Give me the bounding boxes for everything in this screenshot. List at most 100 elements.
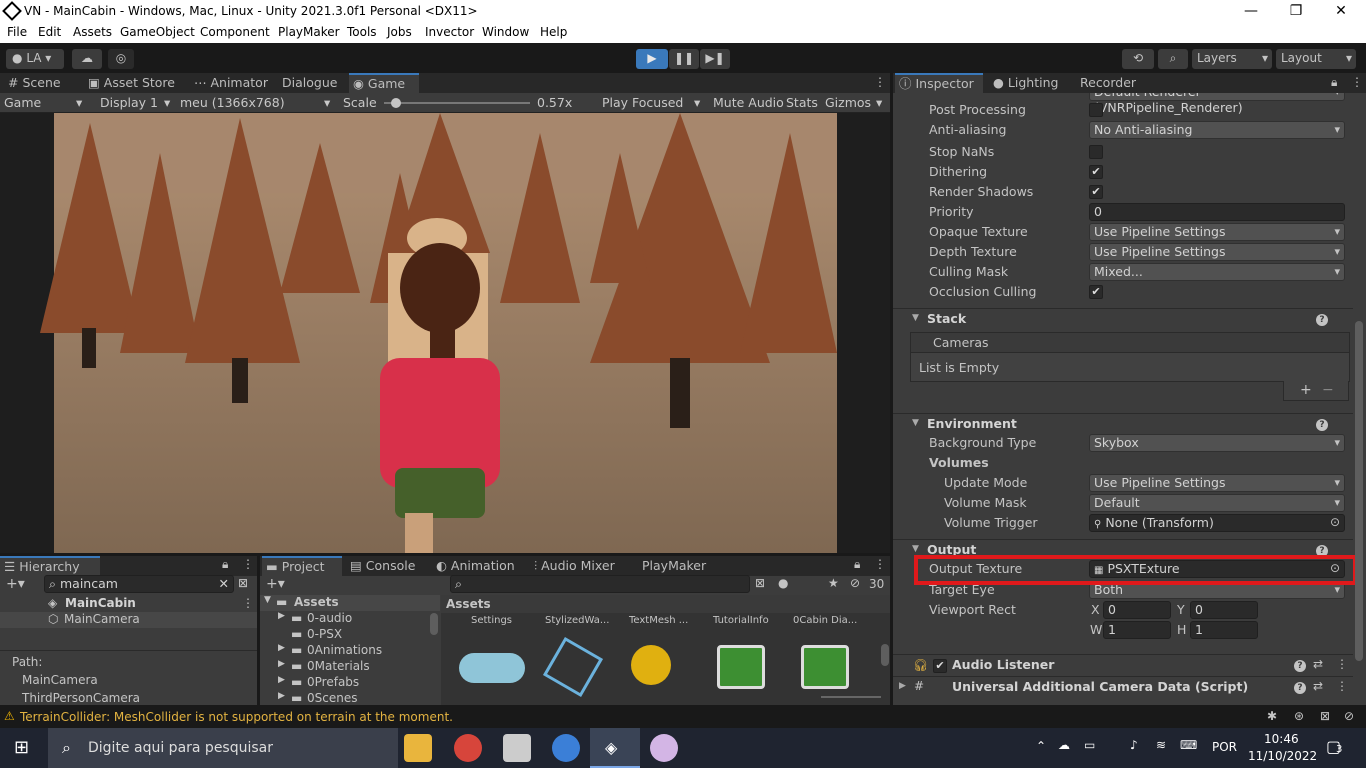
- unity-editor-taskbar-button[interactable]: ◈: [590, 728, 640, 768]
- search-button[interactable]: ⌕: [1158, 49, 1188, 69]
- language-indicator[interactable]: POR: [1212, 740, 1237, 754]
- camera-data-header[interactable]: ▶ # Universal Additional Camera Data (Sc…: [893, 676, 1353, 698]
- scale-slider-knob[interactable]: [390, 98, 401, 108]
- menu-window[interactable]: Window: [482, 25, 529, 39]
- menu-file[interactable]: File: [7, 25, 27, 39]
- viewport-h-field[interactable]: 1: [1190, 621, 1258, 639]
- dialogue-asset-icon[interactable]: [459, 653, 525, 683]
- breadcrumb-item[interactable]: Assets: [446, 597, 491, 611]
- inspector-menu-icon[interactable]: ⋮: [1351, 75, 1363, 89]
- tab-game[interactable]: ◉ Game: [349, 73, 419, 93]
- add-camera-button[interactable]: +: [1300, 382, 1312, 398]
- object-picker-icon[interactable]: ⊙: [1330, 515, 1340, 529]
- tree-folder[interactable]: ▶ ▬ 0Scenes: [260, 691, 440, 705]
- update-mode-dropdown[interactable]: Use Pipeline Settings: [1089, 474, 1345, 492]
- hierarchy-search-field[interactable]: ⌕ maincam ✕: [44, 575, 234, 593]
- scale-slider[interactable]: [384, 98, 530, 108]
- cloud-button[interactable]: ☁: [72, 49, 102, 69]
- anti-aliasing-dropdown[interactable]: No Anti-aliasing: [1089, 121, 1345, 139]
- help-icon[interactable]: ?: [1316, 314, 1328, 326]
- tray-expand-icon[interactable]: ⌃: [1036, 739, 1046, 753]
- menu-playmaker[interactable]: PlayMaker: [278, 25, 340, 39]
- tab-playmaker[interactable]: PlayMaker: [638, 556, 718, 576]
- environment-section-header[interactable]: ▼ Environment ?: [893, 413, 1353, 434]
- tab-scene[interactable]: # Scene: [4, 73, 84, 93]
- stats-toggle[interactable]: Stats: [786, 95, 818, 110]
- preset-icon[interactable]: ⇄: [1313, 657, 1323, 671]
- clock-time[interactable]: 10:46: [1264, 732, 1299, 746]
- menu-jobs[interactable]: Jobs: [387, 25, 412, 39]
- post-processing-checkbox[interactable]: [1089, 103, 1103, 117]
- project-menu-icon[interactable]: ⋮: [874, 557, 886, 571]
- background-type-dropdown[interactable]: Skybox: [1089, 434, 1345, 452]
- menu-assets[interactable]: Assets: [73, 25, 112, 39]
- inspector-scrollbar[interactable]: [1355, 321, 1363, 661]
- asset-label[interactable]: StylizedWa...: [545, 615, 609, 626]
- tab-animation[interactable]: ◐ Animation: [432, 556, 522, 576]
- volume-icon[interactable]: ♪: [1130, 738, 1138, 752]
- culling-mask-dropdown[interactable]: Mixed...: [1089, 263, 1345, 281]
- scene-asset-icon[interactable]: [801, 645, 849, 689]
- priority-field[interactable]: 0: [1089, 203, 1345, 221]
- lock-icon[interactable]: 🔒︎: [854, 557, 860, 572]
- hidden-packages-icon[interactable]: ⊘: [850, 576, 860, 590]
- unity-hub-icon[interactable]: [503, 734, 531, 762]
- path-item[interactable]: MainCamera: [22, 673, 98, 687]
- hierarchy-menu-icon[interactable]: ⋮: [242, 557, 254, 571]
- collab-button[interactable]: ◎: [108, 49, 134, 69]
- help-icon[interactable]: ?: [1294, 660, 1306, 672]
- qbittorrent-icon[interactable]: [552, 734, 580, 762]
- tree-folder[interactable]: ▶ ▬ 0-audio: [260, 611, 440, 627]
- viewport-w-field[interactable]: 1: [1103, 621, 1171, 639]
- component-menu-icon[interactable]: ⋮: [1336, 679, 1348, 693]
- project-search-field[interactable]: ⌕: [450, 575, 750, 593]
- play-button[interactable]: ▶: [636, 49, 668, 69]
- pause-button[interactable]: ❚❚: [669, 49, 699, 69]
- clear-search-icon[interactable]: ✕: [219, 576, 229, 592]
- tree-folder[interactable]: ▶ ▬ 0Prefabs: [260, 675, 440, 691]
- help-icon[interactable]: ?: [1294, 682, 1306, 694]
- onedrive-icon[interactable]: ☁: [1058, 738, 1070, 752]
- path-item[interactable]: ThirdPersonCamera: [22, 691, 140, 705]
- opaque-texture-dropdown[interactable]: Use Pipeline Settings: [1089, 223, 1345, 241]
- mute-audio-toggle[interactable]: Mute Audio: [713, 95, 784, 110]
- status-message[interactable]: TerrainCollider: MeshCollider is not sup…: [20, 710, 453, 724]
- layout-dropdown[interactable]: Layout ▾: [1276, 49, 1356, 69]
- progress-icon[interactable]: ⊛: [1294, 709, 1304, 723]
- menu-help[interactable]: Help: [540, 25, 567, 39]
- file-explorer-icon[interactable]: [404, 734, 432, 762]
- tab-recorder[interactable]: Recorder: [1076, 73, 1146, 93]
- tab-audio-mixer[interactable]: ⫶ Audio Mixer: [530, 556, 630, 576]
- cache-icon[interactable]: ⊠: [1320, 709, 1330, 723]
- menu-edit[interactable]: Edit: [38, 25, 61, 39]
- component-menu-icon[interactable]: ⋮: [1336, 657, 1348, 671]
- tab-inspector[interactable]: ⓘ Inspector: [895, 73, 983, 93]
- game-view[interactable]: [0, 113, 890, 553]
- tree-root[interactable]: ▼ ▬ Assets: [260, 595, 440, 611]
- step-button[interactable]: ▶❚: [700, 49, 730, 69]
- menu-tools[interactable]: Tools: [347, 25, 377, 39]
- tree-folder[interactable]: ▬ 0-PSX: [260, 627, 440, 643]
- asset-label[interactable]: Settings: [471, 615, 512, 626]
- scene-row[interactable]: ◈ MainCabin ⋮: [0, 596, 257, 612]
- favorite-icon[interactable]: ★: [828, 576, 839, 590]
- textmesh-asset-icon[interactable]: [631, 645, 671, 685]
- help-icon[interactable]: ?: [1316, 419, 1328, 431]
- hierarchy-selected-row[interactable]: ⬡ MainCamera: [0, 612, 257, 628]
- stop-nans-checkbox[interactable]: [1089, 145, 1103, 159]
- auto-refresh-icon[interactable]: ⊘: [1344, 709, 1354, 723]
- game-mode-dropdown[interactable]: Game: [4, 95, 41, 110]
- label-filter-icon[interactable]: ●: [778, 576, 788, 590]
- search-type-icon[interactable]: ⊠: [755, 576, 765, 590]
- dithering-checkbox[interactable]: ✔: [1089, 165, 1103, 179]
- tab-animator[interactable]: ⋯ Animator: [190, 73, 270, 93]
- wifi-icon[interactable]: ≋: [1156, 738, 1166, 752]
- remove-camera-button[interactable]: −: [1322, 382, 1334, 398]
- asset-size-slider[interactable]: [821, 696, 881, 698]
- resolution-dropdown[interactable]: meu (1366x768): [180, 95, 285, 110]
- volume-mask-dropdown[interactable]: Default: [1089, 494, 1345, 512]
- audio-listener-checkbox[interactable]: ✔: [933, 659, 947, 673]
- audio-listener-header[interactable]: 🎧︎ ✔ Audio Listener ? ⇄ ⋮: [893, 654, 1353, 676]
- render-shadows-checkbox[interactable]: ✔: [1089, 185, 1103, 199]
- occlusion-culling-checkbox[interactable]: ✔: [1089, 285, 1103, 299]
